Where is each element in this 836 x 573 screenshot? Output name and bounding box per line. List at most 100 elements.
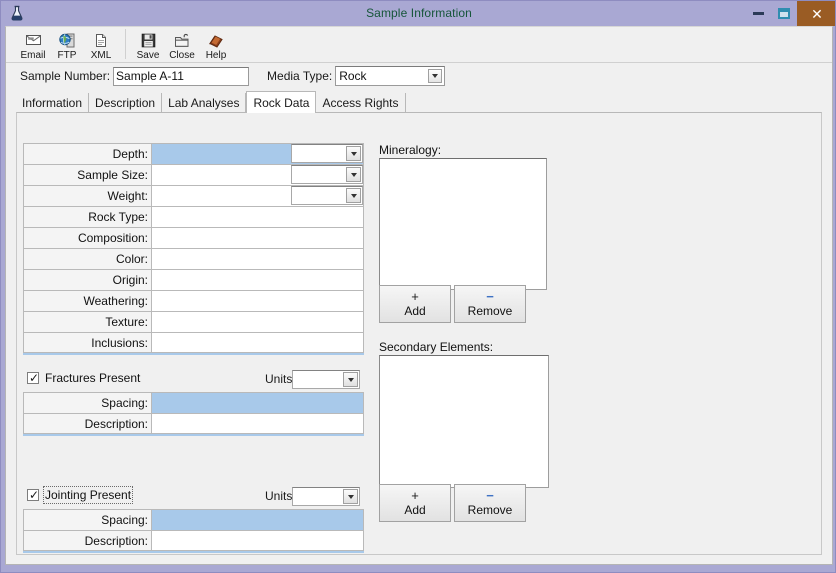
media-type-value: Rock <box>339 69 367 83</box>
table-row[interactable]: Weathering: <box>23 290 364 311</box>
row-value-texture[interactable] <box>152 312 363 332</box>
title-bar[interactable]: Sample Information ✕ <box>1 1 835 26</box>
table-row[interactable]: Origin: <box>23 269 364 290</box>
client-area: Email FTP XML Save Close Help Sample Num… <box>5 26 833 565</box>
secondary-elements-add-label: Add <box>404 502 426 517</box>
row-label-composition: Composition: <box>24 228 152 248</box>
minimize-button[interactable] <box>745 1 771 26</box>
table-row[interactable]: Spacing: <box>23 392 364 413</box>
toolbar-button-save[interactable]: Save <box>131 29 165 61</box>
sample-number-input[interactable] <box>113 66 250 86</box>
tab-information[interactable]: Information <box>16 93 90 113</box>
help-book-icon <box>208 31 224 49</box>
maximize-button[interactable] <box>771 1 797 26</box>
weight-units-select[interactable] <box>291 186 363 205</box>
chevron-down-icon[interactable] <box>343 489 358 504</box>
maximize-icon <box>778 8 790 19</box>
chevron-down-icon[interactable] <box>346 167 361 182</box>
row-value-jointing-spacing[interactable] <box>152 510 363 530</box>
table-row[interactable]: Composition: <box>23 227 364 248</box>
fractures-present-checkbox[interactable]: ✓ <box>27 372 39 384</box>
row-value-color[interactable] <box>152 249 363 269</box>
row-label-depth: Depth: <box>24 144 152 164</box>
secondary-elements-remove-label: Remove <box>467 502 513 517</box>
jointing-grid-accent <box>23 551 364 553</box>
save-icon <box>141 31 156 49</box>
toolbar-button-help[interactable]: Help <box>199 29 233 61</box>
secondary-elements-listbox[interactable] <box>379 355 549 488</box>
tab-lab-analyses[interactable]: Lab Analyses <box>162 93 247 113</box>
jointing-present-label: Jointing Present <box>42 486 134 504</box>
table-row[interactable]: Description: <box>23 413 364 434</box>
fractures-present-checkbox-row[interactable]: ✓ Fractures Present <box>27 371 140 385</box>
row-value-origin[interactable] <box>152 270 363 290</box>
row-label-texture: Texture: <box>24 312 152 332</box>
row-value-weathering[interactable] <box>152 291 363 311</box>
mineralogy-add-label: Add <box>404 303 426 318</box>
toolbar-label-help: Help <box>205 50 227 61</box>
row-value-fracture-spacing[interactable] <box>152 393 363 413</box>
jointing-present-checkbox-row[interactable]: ✓ Jointing Present <box>27 486 134 504</box>
secondary-elements-remove-button[interactable]: − Remove <box>454 484 526 522</box>
toolbar-label-close: Close <box>169 50 195 61</box>
fractures-grid: Spacing: Description: <box>23 392 364 434</box>
plus-icon: + <box>411 487 419 503</box>
email-icon <box>25 31 42 49</box>
chevron-down-icon[interactable] <box>343 372 358 387</box>
grid-bottom-accent <box>23 353 364 355</box>
close-folder-icon <box>174 31 190 49</box>
tab-strip: Information Description Lab Analyses Roc… <box>16 91 832 113</box>
secondary-elements-add-button[interactable]: + Add <box>379 484 451 522</box>
xml-icon <box>94 31 108 49</box>
table-row[interactable]: Description: <box>23 530 364 551</box>
toolbar-button-xml[interactable]: XML <box>84 29 118 61</box>
row-label-origin: Origin: <box>24 270 152 290</box>
table-row[interactable]: Spacing: <box>23 509 364 530</box>
jointing-present-checkbox[interactable]: ✓ <box>27 489 39 501</box>
row-label-color: Color: <box>24 249 152 269</box>
depth-units-select[interactable] <box>291 144 363 163</box>
mineralogy-listbox[interactable] <box>379 158 547 290</box>
row-label-fracture-spacing: Spacing: <box>24 393 152 413</box>
rock-data-panel: Depth: Sample Size: Weight: Rock Type: C… <box>16 112 822 555</box>
jointing-grid: Spacing: Description: <box>23 509 364 551</box>
fractures-units-select[interactable] <box>292 370 360 389</box>
jointing-units-select[interactable] <box>292 487 360 506</box>
media-type-select[interactable]: Rock <box>335 66 446 86</box>
row-value-composition[interactable] <box>152 228 363 248</box>
toolbar: Email FTP XML Save Close Help <box>6 27 832 63</box>
table-row[interactable]: Inclusions: <box>23 332 364 353</box>
sample-size-units-select[interactable] <box>291 165 363 184</box>
row-value-fracture-description[interactable] <box>152 414 363 433</box>
sample-header-row: Sample Number: Media Type: Rock <box>6 63 832 89</box>
check-icon: ✓ <box>29 371 40 385</box>
row-label-jointing-spacing: Spacing: <box>24 510 152 530</box>
row-value-inclusions[interactable] <box>152 333 363 352</box>
mineralogy-add-button[interactable]: + Add <box>379 285 451 323</box>
table-row[interactable]: Rock Type: <box>23 206 364 227</box>
plus-icon: + <box>411 288 419 304</box>
chevron-down-icon[interactable] <box>428 69 443 83</box>
row-label-fracture-description: Description: <box>24 414 152 433</box>
window-controls: ✕ <box>745 1 835 26</box>
tab-rock-data[interactable]: Rock Data <box>246 91 317 113</box>
tab-access-rights[interactable]: Access Rights <box>316 93 406 113</box>
toolbar-button-email[interactable]: Email <box>16 29 50 61</box>
tab-description[interactable]: Description <box>89 93 163 113</box>
minimize-icon <box>752 12 764 15</box>
row-label-jointing-description: Description: <box>24 531 152 550</box>
secondary-elements-label: Secondary Elements: <box>379 340 494 354</box>
chevron-down-icon[interactable] <box>346 146 361 161</box>
media-type-label: Media Type: <box>267 69 333 83</box>
close-button[interactable]: ✕ <box>797 1 835 26</box>
row-value-jointing-description[interactable] <box>152 531 363 550</box>
row-value-rock-type[interactable] <box>152 207 363 227</box>
toolbar-button-close[interactable]: Close <box>165 29 199 61</box>
table-row[interactable]: Texture: <box>23 311 364 332</box>
toolbar-button-ftp[interactable]: FTP <box>50 29 84 61</box>
mineralogy-remove-button[interactable]: − Remove <box>454 285 526 323</box>
fractures-present-label: Fractures Present <box>45 371 141 385</box>
row-label-weight: Weight: <box>24 186 152 206</box>
table-row[interactable]: Color: <box>23 248 364 269</box>
chevron-down-icon[interactable] <box>346 188 361 203</box>
